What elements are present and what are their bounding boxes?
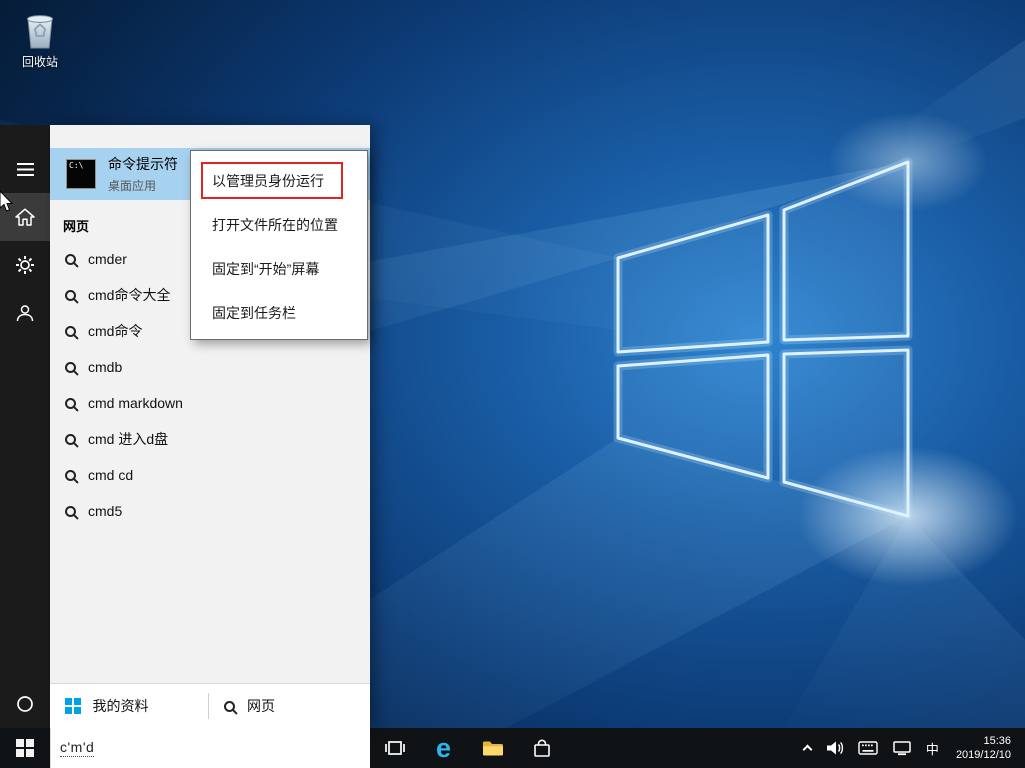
recycle-bin[interactable]: 回收站	[8, 10, 72, 70]
top-result-text: 命令提示符 桌面应用	[108, 154, 178, 194]
context-open-file-location[interactable]: 打开文件所在的位置	[191, 203, 367, 247]
task-view-icon	[384, 741, 405, 755]
clock-date: 2019/12/10	[955, 749, 1011, 761]
search-icon	[65, 469, 76, 481]
search-icon	[65, 397, 76, 409]
recycle-bin-icon	[27, 15, 53, 49]
clock[interactable]: 15:36 2019/12/10	[946, 728, 1021, 768]
search-suggestion[interactable]: cmdb	[50, 349, 370, 385]
search-suggestion[interactable]: cmd 进入d盘	[50, 421, 370, 457]
ime-language-label: 中	[925, 741, 939, 757]
expand-menu-button[interactable]	[0, 145, 50, 193]
home-icon	[15, 208, 35, 226]
top-result-subtitle: 桌面应用	[108, 179, 157, 193]
top-result-title: 命令提示符	[108, 156, 178, 172]
search-icon	[65, 433, 76, 445]
context-pin-to-start[interactable]: 固定到“开始”屏幕	[191, 247, 367, 291]
gear-icon	[16, 256, 34, 274]
folder-icon	[482, 741, 503, 755]
home-button[interactable]	[0, 193, 50, 241]
search-suggestion[interactable]: cmd markdown	[50, 385, 370, 421]
web-section-header: 网页	[63, 219, 90, 234]
desktop: 回收站 C:\ 命令提示符 桌面应用 网页 cmder cmd命令大全 cmd命…	[0, 0, 1025, 768]
search-icon	[65, 361, 76, 373]
results-footer: 我的资料 网页	[50, 683, 370, 728]
chevron-up-icon	[802, 744, 813, 755]
context-menu: 以管理员身份运行 打开文件所在的位置 固定到“开始”屏幕 固定到任务栏	[190, 150, 368, 340]
account-button[interactable]	[0, 289, 50, 337]
network-button[interactable]	[885, 728, 919, 768]
search-icon	[65, 505, 76, 517]
search-icon	[65, 325, 76, 337]
search-icon	[65, 253, 76, 265]
volume-button[interactable]	[818, 728, 851, 768]
start-button[interactable]	[0, 728, 49, 768]
search-input-value: c'm'd	[60, 739, 95, 757]
search-icon	[224, 700, 235, 712]
edge-browser-button[interactable]: e	[419, 728, 468, 768]
search-input[interactable]: c'm'd	[50, 728, 370, 768]
edge-icon: e	[435, 732, 452, 763]
my-stuff-button[interactable]: 我的资料	[50, 684, 208, 728]
power-icon	[17, 696, 33, 712]
start-sidebar	[0, 125, 50, 728]
task-view-button[interactable]	[370, 728, 419, 768]
recycle-bin-label: 回收站	[21, 55, 58, 69]
search-suggestion[interactable]: cmd cd	[50, 457, 370, 493]
system-tray: 中 15:36 2019/12/10	[797, 728, 1025, 768]
user-icon	[16, 305, 34, 322]
file-explorer-button[interactable]	[468, 728, 517, 768]
search-icon	[65, 289, 76, 301]
context-pin-to-taskbar[interactable]: 固定到任务栏	[191, 291, 367, 335]
ime-indicator[interactable]: 中	[919, 728, 946, 768]
touch-keyboard-icon	[858, 741, 878, 755]
power-button[interactable]	[0, 680, 50, 728]
windows-start-icon	[15, 739, 34, 757]
store-button[interactable]	[517, 728, 566, 768]
web-search-button[interactable]: 网页	[209, 684, 275, 728]
touch-keyboard-button[interactable]	[851, 728, 885, 768]
settings-button[interactable]	[0, 241, 50, 289]
show-hidden-icons-button[interactable]	[797, 728, 818, 768]
store-bag-icon	[533, 739, 550, 757]
command-prompt-icon: C:\	[66, 159, 96, 189]
search-suggestion[interactable]: cmd5	[50, 493, 370, 529]
volume-icon	[826, 741, 843, 755]
network-icon	[893, 741, 911, 756]
hamburger-icon	[16, 162, 34, 176]
clock-time: 15:36	[983, 735, 1011, 747]
windows-flag-icon	[65, 698, 81, 714]
context-run-as-admin[interactable]: 以管理员身份运行	[191, 159, 367, 203]
